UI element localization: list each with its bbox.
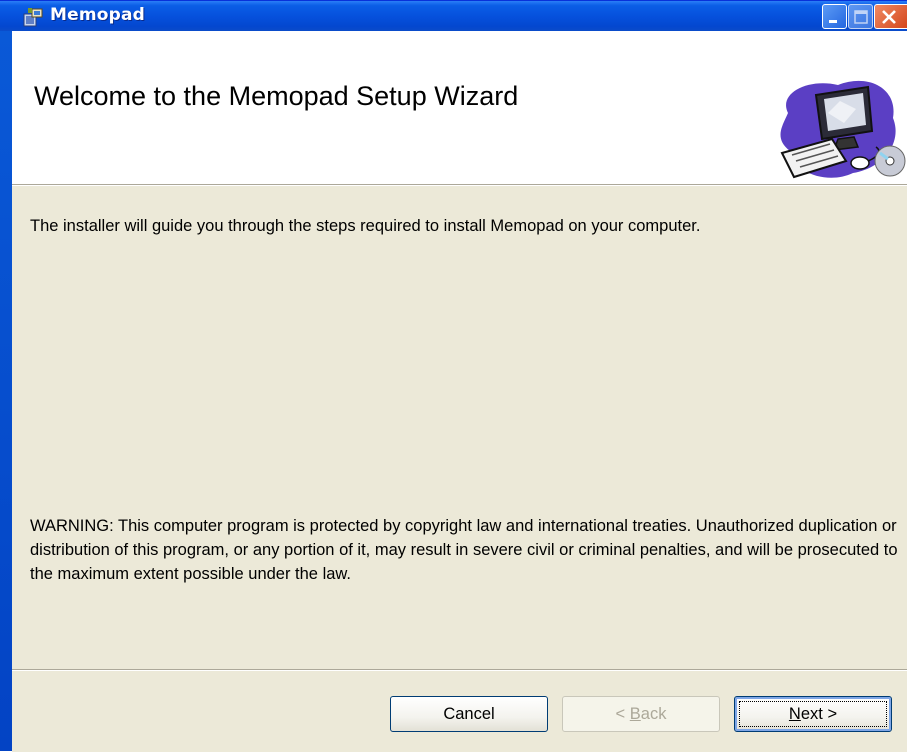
next-button-label: Next >: [788, 705, 838, 723]
wizard-heading: Welcome to the Memopad Setup Wizard: [34, 81, 519, 111]
wizard-client-area: Welcome to the Memopad Setup Wizard The …: [12, 31, 907, 752]
title-bar[interactable]: Memopad: [0, 1, 907, 31]
maximize-icon: [854, 10, 868, 24]
wizard-banner: Welcome to the Memopad Setup Wizard: [12, 31, 907, 184]
maximize-button[interactable]: [848, 4, 873, 29]
installer-icon: [23, 8, 43, 27]
intro-text: The installer will guide you through the…: [30, 217, 701, 235]
minimize-button[interactable]: [822, 4, 847, 29]
cancel-button-label: Cancel: [443, 705, 495, 723]
window-title: Memopad: [50, 5, 146, 25]
button-area-separator: [12, 669, 907, 671]
close-button[interactable]: [874, 4, 907, 29]
minimize-icon: [829, 20, 837, 23]
cancel-button[interactable]: Cancel: [390, 696, 548, 732]
next-button[interactable]: Next >: [734, 696, 892, 732]
computer-setup-icon: [780, 80, 906, 179]
back-button-label: < Back: [615, 705, 667, 723]
back-button[interactable]: < Back: [562, 696, 720, 732]
close-icon: [882, 10, 896, 24]
setup-window: Memopad Welcome to the Memopad Setup Wiz…: [0, 0, 907, 752]
copyright-warning: WARNING: This computer program is protec…: [30, 517, 898, 583]
banner-separator: [12, 184, 907, 186]
